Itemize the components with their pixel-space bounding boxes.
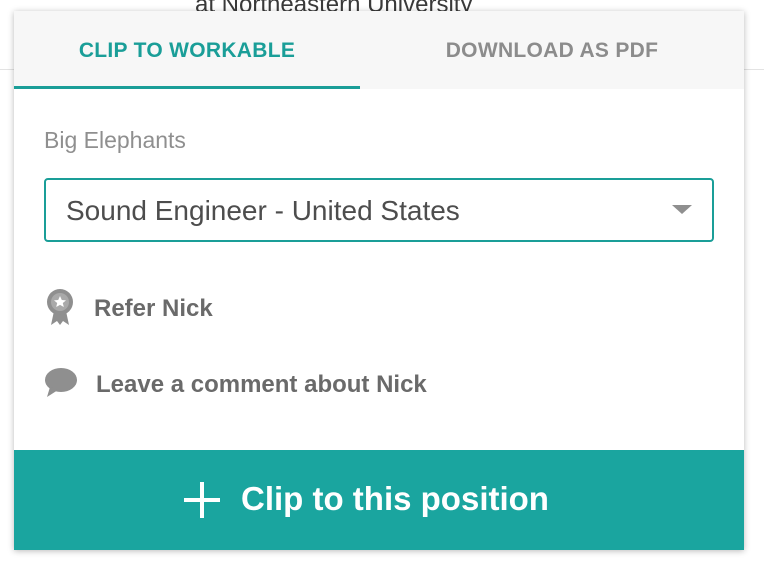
active-tab-indicator (14, 86, 360, 89)
refer-label: Refer Nick (94, 295, 213, 322)
speech-bubble-icon (44, 367, 78, 404)
award-ribbon-icon (44, 287, 76, 332)
chevron-down-icon (672, 205, 692, 214)
plus-icon (184, 482, 220, 523)
tab-clip-to-workable[interactable]: CLIP TO WORKABLE (14, 11, 360, 89)
tab-bar: CLIP TO WORKABLE DOWNLOAD AS PDF (14, 11, 744, 89)
company-name: Big Elephants (44, 127, 186, 153)
position-select-value: Sound Engineer - United States (66, 195, 460, 226)
tab-download-as-pdf[interactable]: DOWNLOAD AS PDF (360, 11, 744, 89)
position-select[interactable]: Sound Engineer - United States (44, 178, 714, 242)
leave-comment-link[interactable]: Leave a comment about Nick (44, 363, 504, 403)
clip-popup: CLIP TO WORKABLE DOWNLOAD AS PDF Big Ele… (14, 11, 744, 550)
refer-candidate-link[interactable]: Refer Nick (44, 287, 264, 327)
comment-label: Leave a comment about Nick (96, 371, 427, 398)
clip-to-position-button[interactable]: Clip to this position (14, 450, 744, 550)
clip-button-label: Clip to this position (241, 480, 549, 517)
